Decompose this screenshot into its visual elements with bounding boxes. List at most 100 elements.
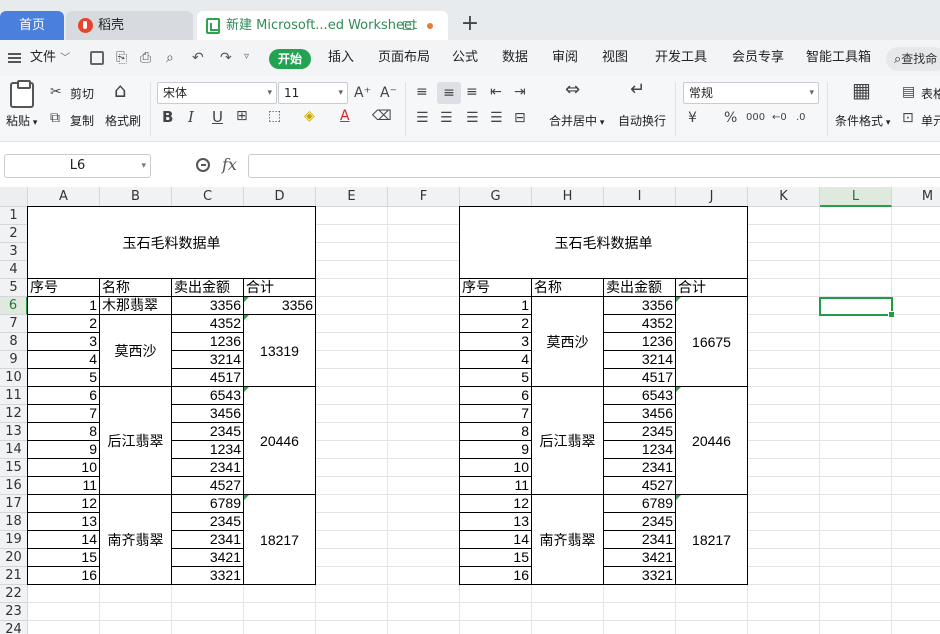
column-label[interactable]: 序号 (28, 279, 100, 297)
seq-cell[interactable]: 15 (28, 549, 100, 567)
seq-cell[interactable]: 16 (28, 567, 100, 585)
tab-home[interactable]: 首页 (0, 11, 64, 40)
group-total-cell[interactable]: 3356 (244, 297, 316, 315)
group-total-cell[interactable]: 18217 (244, 495, 316, 585)
scissors-icon[interactable]: ✂ (50, 84, 62, 100)
justify-icon[interactable]: ☰ (490, 110, 503, 126)
selected-cell-l6[interactable] (819, 297, 895, 318)
align-right-icon[interactable]: ☰ (466, 110, 479, 126)
font-name-select[interactable]: 宋体 ▾ (157, 82, 277, 104)
column-header-f[interactable]: F (388, 187, 460, 207)
menu-start[interactable]: 开始 (269, 49, 311, 69)
amount-cell[interactable]: 2345 (604, 423, 676, 441)
seq-cell[interactable]: 1 (460, 297, 532, 315)
row-header-23[interactable]: 23 (0, 603, 28, 621)
seq-cell[interactable]: 16 (460, 567, 532, 585)
menu-file[interactable]: 文件 ﹀ (30, 40, 70, 76)
amount-cell[interactable]: 2341 (172, 531, 244, 549)
menu-developer[interactable]: 开发工具 (655, 40, 707, 76)
group-name-cell[interactable]: 南齐翡翠 (532, 495, 604, 585)
seq-cell[interactable]: 7 (28, 405, 100, 423)
increase-decimal-icon[interactable]: ←0 (772, 110, 787, 126)
amount-cell[interactable]: 3356 (604, 297, 676, 315)
row-header-20[interactable]: 20 (0, 549, 28, 567)
seq-cell[interactable]: 4 (28, 351, 100, 369)
font-size-select[interactable]: 11 ▾ (278, 82, 348, 104)
paste-button[interactable]: 粘贴 ▾ (6, 112, 37, 129)
menu-view[interactable]: 视图 (602, 40, 628, 76)
amount-cell[interactable]: 6789 (172, 495, 244, 513)
fill-format-icon[interactable]: ⬚ (268, 108, 281, 124)
seq-cell[interactable]: 15 (460, 549, 532, 567)
wrap-text-button[interactable]: 自动换行 (618, 112, 666, 129)
currency-button[interactable]: ¥ (688, 110, 697, 126)
seq-cell[interactable]: 10 (28, 459, 100, 477)
row-header-4[interactable]: 4 (0, 261, 28, 279)
amount-cell[interactable]: 6543 (604, 387, 676, 405)
export-icon[interactable]: ⎘ (116, 50, 130, 66)
amount-cell[interactable]: 2345 (172, 423, 244, 441)
group-total-cell[interactable]: 13319 (244, 315, 316, 387)
amount-cell[interactable]: 6543 (172, 387, 244, 405)
row-header-5[interactable]: 5 (0, 279, 28, 297)
column-label[interactable]: 卖出金额 (604, 279, 676, 297)
seq-cell[interactable]: 3 (28, 333, 100, 351)
seq-cell[interactable]: 1 (28, 297, 100, 315)
bold-button[interactable]: B (162, 109, 173, 125)
amount-cell[interactable]: 1236 (172, 333, 244, 351)
amount-cell[interactable]: 3214 (172, 351, 244, 369)
row-header-7[interactable]: 7 (0, 315, 28, 333)
eraser-icon[interactable]: ⌫ (372, 108, 392, 124)
seq-cell[interactable]: 8 (460, 423, 532, 441)
amount-cell[interactable]: 2345 (604, 513, 676, 531)
table-title[interactable]: 玉石毛料数据单 (460, 207, 748, 279)
seq-cell[interactable]: 12 (28, 495, 100, 513)
menu-data[interactable]: 数据 (502, 40, 528, 76)
amount-cell[interactable]: 4517 (604, 369, 676, 387)
row-header-17[interactable]: 17 (0, 495, 28, 513)
conditional-format-button[interactable]: 条件格式 ▾ (835, 112, 890, 129)
table-style-icon[interactable]: ▤ (902, 84, 915, 100)
indent-increase-icon[interactable]: ⇥ (514, 84, 526, 100)
column-header-g[interactable]: G (460, 187, 532, 207)
seq-cell[interactable]: 2 (28, 315, 100, 333)
font-grow-icon[interactable]: A⁺ (354, 85, 371, 101)
fill-color-icon[interactable]: ◈ (304, 108, 315, 124)
seq-cell[interactable]: 5 (460, 369, 532, 387)
amount-cell[interactable]: 3456 (604, 405, 676, 423)
column-header-h[interactable]: H (532, 187, 604, 207)
column-label[interactable]: 序号 (460, 279, 532, 297)
font-color-icon[interactable]: A (340, 108, 350, 124)
font-shrink-icon[interactable]: A⁻ (380, 85, 397, 101)
border-icon[interactable]: ⊞ (236, 108, 248, 124)
column-label[interactable]: 合计 (244, 279, 316, 297)
column-header-k[interactable]: K (748, 187, 820, 207)
customize-qa-icon[interactable]: ▿ (244, 51, 258, 65)
row-header-13[interactable]: 13 (0, 423, 28, 441)
seq-cell[interactable]: 7 (460, 405, 532, 423)
italic-button[interactable]: I (188, 109, 194, 125)
group-total-cell[interactable]: 20446 (676, 387, 748, 495)
seq-cell[interactable]: 11 (28, 477, 100, 495)
row-header-21[interactable]: 21 (0, 567, 28, 585)
seq-cell[interactable]: 12 (460, 495, 532, 513)
row-header-11[interactable]: 11 (0, 387, 28, 405)
search-command-box[interactable]: ⌕查找命 (886, 47, 940, 71)
conditional-format-icon[interactable]: ▦ (852, 80, 871, 100)
row-header-12[interactable]: 12 (0, 405, 28, 423)
row-header-1[interactable]: 1 (0, 207, 28, 225)
amount-cell[interactable]: 3356 (172, 297, 244, 315)
amount-cell[interactable]: 3456 (172, 405, 244, 423)
zoom-icon[interactable] (196, 158, 210, 172)
amount-cell[interactable]: 4527 (604, 477, 676, 495)
group-total-cell[interactable]: 16675 (676, 297, 748, 387)
amount-cell[interactable]: 2341 (172, 459, 244, 477)
thousands-separator-icon[interactable]: 000 (746, 110, 765, 126)
copy-button[interactable]: 复制 (70, 112, 94, 129)
cell-style-button[interactable]: 单元 (921, 112, 940, 129)
column-label[interactable]: 卖出金额 (172, 279, 244, 297)
group-name-cell[interactable]: 莫西沙 (100, 315, 172, 387)
tab-worksheet[interactable]: 新建 Microsoft...ed Worksheet (197, 11, 448, 40)
seq-cell[interactable]: 11 (460, 477, 532, 495)
seq-cell[interactable]: 6 (460, 387, 532, 405)
